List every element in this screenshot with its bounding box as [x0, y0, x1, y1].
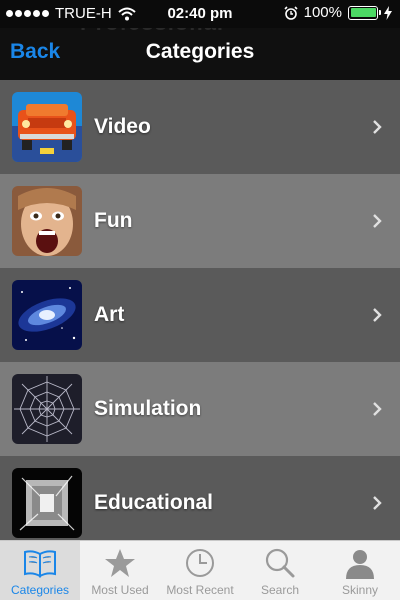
- category-row-art[interactable]: Art: [0, 268, 400, 362]
- galaxy-thumbnail: [12, 280, 82, 350]
- tab-label: Skinny: [341, 583, 379, 597]
- car-thumbnail: [12, 92, 82, 162]
- category-row-simulation[interactable]: Simulation: [0, 362, 400, 456]
- tab-skinny[interactable]: Skinny: [320, 541, 400, 600]
- clock-icon: [186, 549, 214, 577]
- status-bar: TRUE-H 02:40 pm 100%: [0, 0, 400, 28]
- navigation-bar: Professional Back Categories: [0, 28, 400, 80]
- category-label: Video: [94, 115, 151, 138]
- category-label: Simulation: [94, 397, 202, 420]
- chevron-right-icon: [373, 308, 382, 322]
- star-icon: [105, 549, 135, 577]
- category-row-educational[interactable]: Educational: [0, 456, 400, 550]
- category-label: Educational: [94, 491, 214, 514]
- screaming-face-thumbnail: [12, 186, 82, 256]
- tab-label: Search: [260, 583, 300, 597]
- category-label: Art: [94, 303, 125, 326]
- charging-bolt-icon: [384, 5, 392, 20]
- battery-icon: [348, 5, 381, 20]
- chevron-right-icon: [373, 496, 382, 510]
- spider-web-thumbnail: [12, 374, 82, 444]
- page-title: Categories: [145, 40, 255, 63]
- tab-most-recent[interactable]: Most Recent: [160, 541, 240, 600]
- category-row-video[interactable]: Video: [0, 80, 400, 174]
- tab-categories[interactable]: Categories: [0, 541, 80, 600]
- tab-search[interactable]: Search: [240, 541, 320, 600]
- chevron-right-icon: [373, 214, 382, 228]
- book-icon: [24, 550, 56, 578]
- chevron-right-icon: [373, 402, 382, 416]
- tab-label: Most Recent: [166, 583, 234, 597]
- category-row-fun[interactable]: Fun: [0, 174, 400, 268]
- person-icon: [346, 550, 374, 579]
- category-list: Video Fun Art Simulation Educational: [0, 80, 400, 550]
- sketch-thumbnail: [12, 468, 82, 538]
- tab-most-used[interactable]: Most Used: [80, 541, 160, 600]
- status-right: 100%: [284, 4, 392, 21]
- battery-percentage: 100%: [303, 4, 342, 21]
- tab-bar: Categories Most Used Most Recent Search …: [0, 540, 400, 600]
- category-label: Fun: [94, 209, 133, 232]
- chevron-right-icon: [373, 120, 382, 134]
- search-icon: [265, 548, 295, 578]
- alarm-icon: [284, 5, 298, 20]
- previous-title-ghost: Professional: [80, 28, 224, 36]
- tab-label: Most Used: [91, 583, 149, 597]
- tab-label: Categories: [10, 583, 70, 597]
